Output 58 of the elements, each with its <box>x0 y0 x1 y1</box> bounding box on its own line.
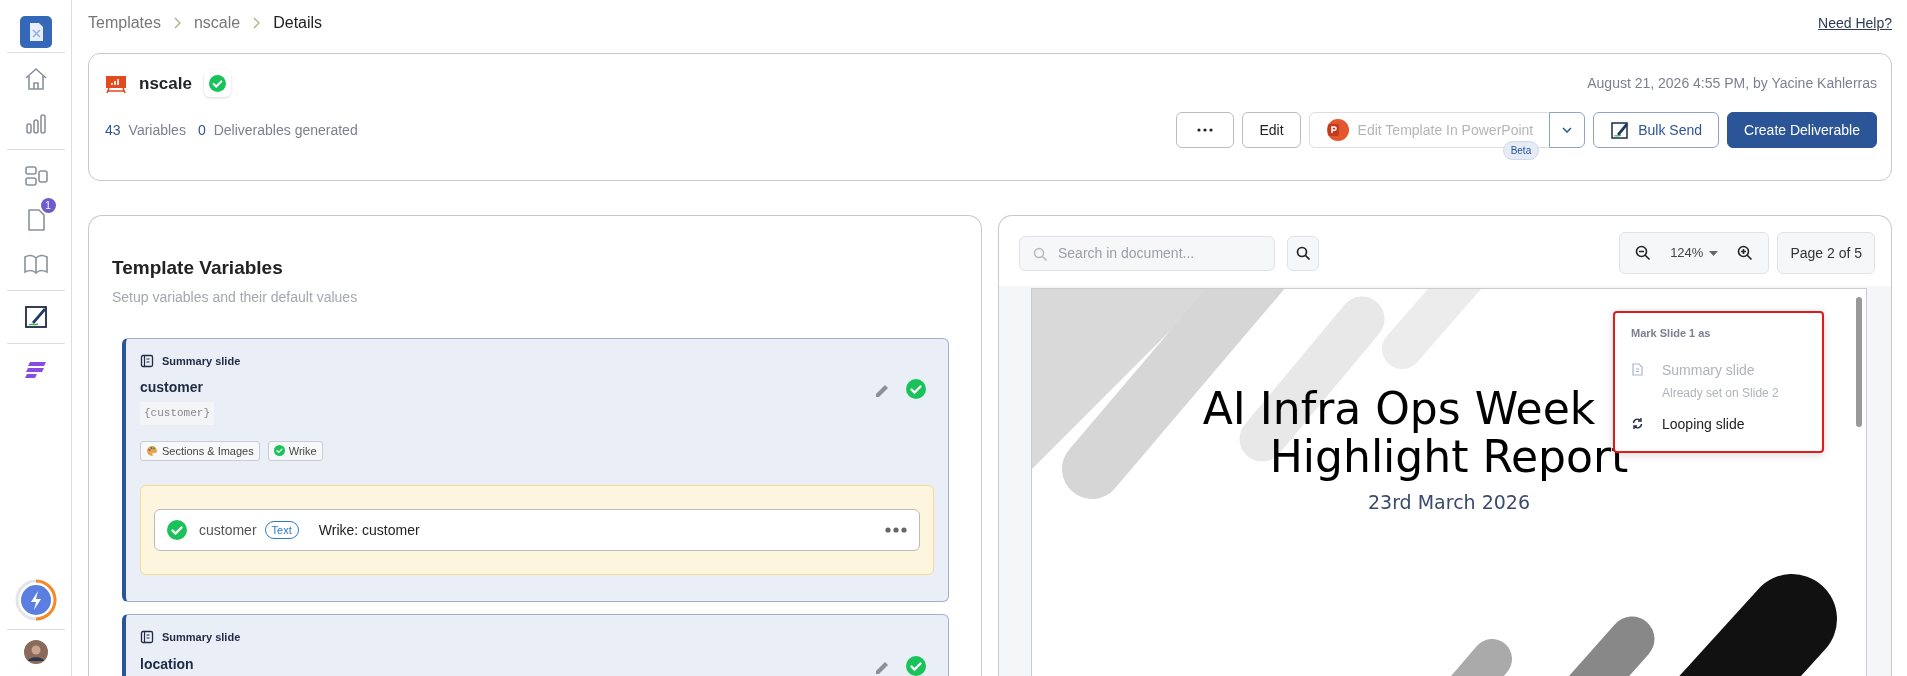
menu-heading: Mark Slide 1 as <box>1630 326 1712 341</box>
palette-icon <box>146 444 158 457</box>
check-icon <box>273 445 285 457</box>
edit-button[interactable]: Edit <box>1242 112 1301 148</box>
panel-subtitle: Setup variables and their default values <box>112 287 359 307</box>
menu-item[interactable]: Looping slide <box>1615 407 1822 441</box>
breadcrumb-link[interactable]: Templates <box>88 11 161 35</box>
powerpoint-icon <box>1325 118 1350 142</box>
mapping-name: customer <box>199 520 257 540</box>
template-name: nscale <box>139 72 192 95</box>
chevron-right-icon <box>172 17 182 29</box>
notification-badge: 1 <box>40 198 56 213</box>
tag-label: Sections & Images <box>162 443 254 459</box>
more-options-button[interactable] <box>1176 112 1235 148</box>
document-icon <box>1631 362 1644 376</box>
breadcrumb-current: Details <box>273 13 323 33</box>
breadcrumb-link[interactable]: nscale <box>193 11 241 35</box>
beta-badge: Beta <box>1502 141 1540 160</box>
slide-title: AI Infra Ops Week <box>1202 385 1596 434</box>
search-icon <box>1033 246 1047 261</box>
variable-token: {customer} <box>140 402 214 425</box>
slide-icon <box>140 353 154 368</box>
variable-name: customer <box>140 378 205 397</box>
zoom-in-icon <box>1737 245 1754 261</box>
search-button[interactable] <box>1287 235 1319 271</box>
mapping-source: Wrike: customer <box>318 520 420 540</box>
stat-label: Variables <box>128 120 186 140</box>
scrollbar-thumb[interactable] <box>1856 297 1862 427</box>
search-field[interactable]: Search in document... <box>1019 235 1275 271</box>
updated-timestamp: August 21, 2026 4:55 PM, by Yacine Kahlerras <box>1587 74 1877 93</box>
stat-count: 43 <box>105 120 121 140</box>
ellipsis-icon[interactable] <box>885 527 907 533</box>
stat-label: Deliverables generated <box>213 120 358 140</box>
app-logo-icon[interactable] <box>19 16 52 48</box>
slide-icon <box>140 630 154 645</box>
create-deliverable-button[interactable]: Create Deliverable <box>1727 112 1877 148</box>
search-icon <box>1296 246 1310 260</box>
caret-down-icon <box>1709 250 1719 256</box>
ellipsis-icon <box>1197 128 1214 132</box>
lightning-button-icon[interactable] <box>14 579 57 621</box>
bulk-send-button[interactable]: Bulk Send <box>1593 112 1720 148</box>
variable-name: location <box>140 654 194 674</box>
panel-title: Template Variables <box>112 256 284 280</box>
slide-type-label: Summary slide <box>162 353 241 369</box>
pen-signature-icon <box>1610 120 1631 140</box>
zoom-out-icon <box>1635 245 1652 261</box>
dropdown-toggle-button[interactable] <box>1549 112 1586 148</box>
refresh-icon <box>1631 416 1644 430</box>
chevron-down-icon <box>1562 127 1573 133</box>
stat-count: 0 <box>197 120 206 140</box>
avatar-icon[interactable] <box>23 640 48 664</box>
slide-date: 23rd March 2026 <box>1366 489 1532 515</box>
page-indicator: Page 2 of 5 <box>1777 232 1875 274</box>
slide-type-label: Summary slide <box>162 630 241 645</box>
tag-label: Wrike <box>288 443 317 459</box>
presentation-icon <box>105 73 127 94</box>
help-link[interactable]: Need Help? <box>1818 12 1892 34</box>
chevron-right-icon <box>252 17 262 29</box>
